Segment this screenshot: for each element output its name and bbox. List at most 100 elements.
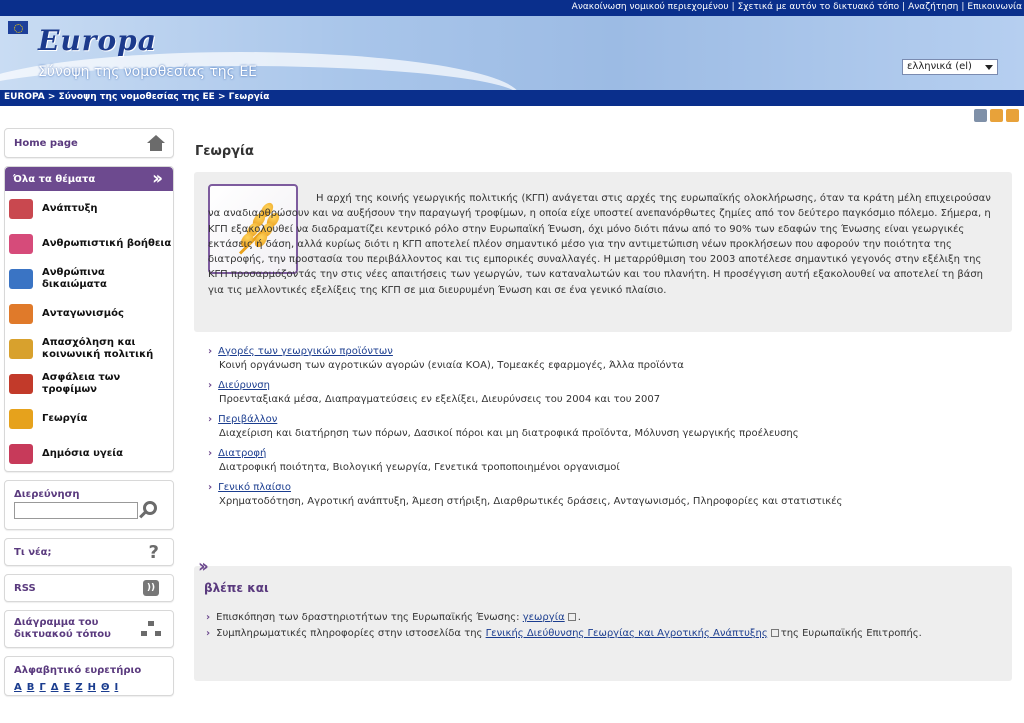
alpha-letter-link[interactable]: Γ (39, 682, 45, 693)
separator: | (961, 2, 965, 12)
separator: | (902, 2, 906, 12)
see-also-panel: ›› βλέπε και › Επισκόπηση των δραστηριοτή… (194, 556, 1012, 681)
employment-icon (9, 338, 33, 359)
rss-label: RSS (14, 582, 36, 594)
list-item: › Γενικό πλαίσιο Χρηματοδότηση, Αγροτική … (208, 482, 998, 507)
development-icon (9, 198, 33, 219)
alpha-letter-link[interactable]: Α (14, 682, 22, 693)
see-also-item: › Συμπληρωματικές πληροφορίες στην ιστοσε… (206, 628, 922, 639)
see-also-link-agriculture[interactable]: γεωργία (523, 612, 565, 623)
theme-label: Ανάπτυξη (42, 202, 98, 214)
external-link-icon (567, 613, 576, 621)
print-icon[interactable] (974, 109, 987, 122)
eu-flag-icon (8, 21, 28, 34)
legal-notice-link[interactable]: Ανακοίνωση νομικού περιεχομένου (572, 2, 729, 12)
breadcrumb[interactable]: EUROPA > Σύνοψη της νομοθεσίας της ΕΕ > … (0, 90, 1024, 106)
arrow-right-icon: › (208, 414, 213, 425)
subtopic-description: Προενταξιακά μέσα, Διαπραγματεύσεις εν ε… (219, 394, 661, 405)
home-button[interactable]: Home page (4, 128, 174, 158)
main-content: Γεωργία Η αρχή της κοινής γεωργικής πολι… (194, 128, 1012, 681)
theme-item-agriculture[interactable]: Γεωργία (5, 401, 173, 436)
sitemap-label: Διάγραμμα του δικτυακού τόπου (14, 617, 111, 640)
theme-label: Δημόσια υγεία (42, 447, 124, 459)
alpha-letter-link[interactable]: Δ (51, 682, 59, 693)
theme-label: Ανθρώπινα δικαιώματα (42, 266, 107, 290)
subtopic-description: Χρηματοδότηση, Αγροτική ανάπτυξη, Άμεση … (219, 496, 843, 507)
alpha-title: Αλφαβητικό ευρετήριο (14, 665, 142, 676)
list-item: › Διατροφή Διατροφική ποιότητα, Βιολογική… (208, 448, 998, 473)
page-tools (974, 109, 1019, 122)
rss-icon: )) (143, 580, 159, 596)
chevron-down-icon (985, 65, 993, 70)
arrow-right-icon: › (208, 482, 213, 493)
see-also-text: Επισκόπηση των δραστηριοτήτων της Ευρωπα… (216, 612, 520, 623)
subtopic-link[interactable]: Διεύρυνση (218, 380, 270, 391)
search-panel: Διερεύνηση (4, 480, 174, 530)
sitemap-icon (141, 621, 161, 637)
agriculture-icon (9, 408, 33, 429)
subtopic-link[interactable]: Αγορές των γεωργικών προϊόντων (218, 346, 393, 357)
alpha-letter-link[interactable]: Η (88, 682, 96, 693)
question-mark-icon: ? (148, 541, 159, 563)
theme-item-competition[interactable]: Ανταγωνισμός (5, 296, 173, 331)
subtopic-link[interactable]: Διατροφή (218, 448, 266, 459)
language-select[interactable]: ελληνικά (el) (902, 59, 998, 75)
search-icon[interactable] (143, 501, 157, 515)
subtopic-link[interactable]: Γενικό πλαίσιο (218, 482, 291, 493)
theme-item-humanitarian-aid[interactable]: Ανθρωπιστική βοήθεια (5, 226, 173, 261)
subtopic-link[interactable]: Περιβάλλον (218, 414, 277, 425)
language-selected-value: ελληνικά (el) (907, 61, 972, 72)
see-also-suffix: . (577, 612, 581, 623)
search-link[interactable]: Αναζήτηση (908, 2, 958, 12)
external-link-icon (770, 629, 779, 637)
theme-label: Γεωργία (42, 412, 88, 424)
subtopic-description: Διατροφική ποιότητα, Βιολογική γεωργία, … (219, 462, 620, 473)
arrow-right-icon: › (208, 448, 213, 459)
theme-label: Ανταγωνισμός (42, 307, 124, 319)
font-larger-icon[interactable] (1006, 109, 1019, 122)
humanitarian-aid-icon (9, 233, 33, 254)
theme-item-public-health[interactable]: Δημόσια υγεία (5, 436, 173, 471)
search-input[interactable] (14, 502, 138, 519)
separator: | (731, 2, 735, 12)
list-item: › Αγορές των γεωργικών προϊόντων Κοινή ορ… (208, 346, 998, 371)
double-chevron-right-icon: ›› (152, 168, 163, 189)
theme-item-human-rights[interactable]: Ανθρώπινα δικαιώματα (5, 261, 173, 296)
alphabetical-index: Αλφαβητικό ευρετήριο ΑΒΓΔΕΖΗΘΙ (4, 656, 174, 696)
sitemap-button[interactable]: Διάγραμμα του δικτυακού τόπου (4, 610, 174, 648)
alpha-letter-link[interactable]: Θ (101, 682, 110, 693)
rss-button[interactable]: RSS )) (4, 574, 174, 602)
theme-item-employment[interactable]: Απασχόληση και κοινωνική πολιτική (5, 331, 173, 366)
food-safety-icon (9, 373, 33, 394)
see-also-text: Συμπληρωματικές πληροφορίες στην ιστοσελ… (216, 628, 483, 639)
search-title: Διερεύνηση (14, 489, 80, 500)
alpha-letter-link[interactable]: Ζ (75, 682, 82, 693)
theme-item-development[interactable]: Ανάπτυξη (5, 191, 173, 226)
alpha-letter-link[interactable]: Β (27, 682, 35, 693)
competition-icon (9, 303, 33, 324)
alpha-letter-link[interactable]: Ι (115, 682, 119, 693)
site-banner: Europa Σύνοψη της νομοθεσίας της ΕΕ ελλη… (0, 16, 1024, 90)
see-also-item: › Επισκόπηση των δραστηριοτήτων της Ευρωπ… (206, 612, 581, 623)
contact-link[interactable]: Επικοινωνία (967, 2, 1022, 12)
theme-item-food-safety[interactable]: Ασφάλεια των τροφίμων (5, 366, 173, 401)
alpha-letter-link[interactable]: Ε (64, 682, 71, 693)
news-label: Τι νέα; (14, 546, 52, 558)
theme-label: Ασφάλεια των τροφίμων (42, 371, 121, 395)
about-site-link[interactable]: Σχετικά με αυτόν το δικτυακό τόπο (738, 2, 899, 12)
see-also-suffix: της Ευρωπαϊκής Επιτροπής. (780, 628, 922, 639)
themes-header[interactable]: Όλα τα θέματα ›› (5, 167, 173, 191)
see-also-link-dg-agri[interactable]: Γενικής Διεύθυνσης Γεωργίας και Αγροτική… (486, 628, 768, 639)
theme-label: Ανθρωπιστική βοήθεια (42, 237, 172, 249)
themes-menu: Όλα τα θέματα ›› Ανάπτυξη Ανθρωπιστική β… (4, 166, 174, 472)
home-label: Home page (14, 137, 78, 149)
public-health-icon (9, 443, 33, 464)
font-smaller-icon[interactable] (990, 109, 1003, 122)
human-rights-icon (9, 268, 33, 289)
europa-logo[interactable]: Europa (38, 24, 157, 57)
themes-title: Όλα τα θέματα (13, 173, 96, 185)
alpha-letters: ΑΒΓΔΕΖΗΘΙ (14, 680, 164, 693)
news-button[interactable]: Τι νέα; ? (4, 538, 174, 566)
double-chevron-right-icon: ›› (198, 556, 209, 577)
page-title: Γεωργία (195, 144, 254, 159)
